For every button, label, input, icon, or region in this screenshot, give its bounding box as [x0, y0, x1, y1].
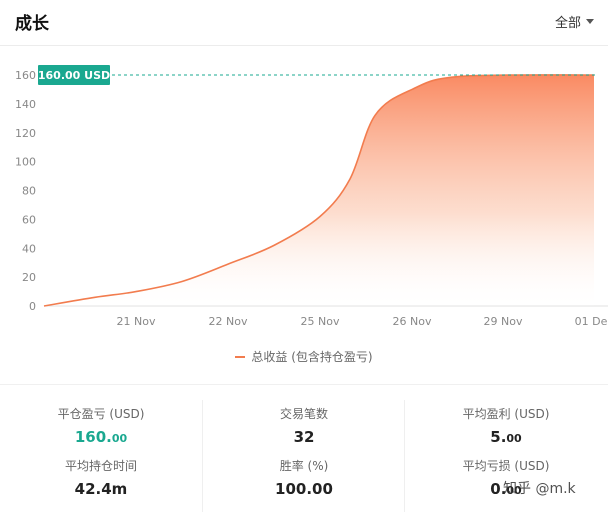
caret-down-icon — [586, 19, 594, 24]
legend-label: 总收益 (包含持仓盈亏) — [251, 350, 373, 364]
divider — [0, 384, 608, 385]
y-tick-label: 0 — [29, 300, 36, 313]
stat-value: 160.00 — [0, 427, 202, 447]
stat-label: 平均持仓时间 — [64, 459, 137, 473]
reference-label: 160.00 USD — [38, 65, 110, 85]
stat-value-main: 5. — [490, 428, 507, 446]
y-tick-label: 100 — [15, 156, 36, 169]
stat-win-rate: 胜率 (%) 100.00 — [203, 458, 405, 499]
stat-label: 胜率 (%) — [279, 459, 329, 473]
chart-legend[interactable]: 总收益 (包含持仓盈亏) — [0, 348, 608, 365]
stat-closed-pnl: 平仓盈亏 (USD) 160.00 — [0, 406, 202, 447]
y-tick-label: 120 — [15, 127, 36, 140]
stat-label: 平仓盈亏 (USD) — [57, 407, 145, 421]
watermark: 知乎 @m.k — [503, 481, 576, 497]
x-tick-label: 22 Nov — [209, 315, 248, 328]
legend-swatch — [235, 355, 246, 358]
stat-value-main: 160. — [74, 428, 112, 446]
stat-value-main: 42.4m — [74, 480, 128, 498]
stat-value-main: 100.00 — [275, 480, 333, 498]
x-tick-label: 01 Dec — [575, 315, 608, 328]
x-tick-label: 21 Nov — [117, 315, 156, 328]
stat-avg-hold-time: 平均持仓时间 42.4m — [0, 458, 202, 499]
stat-label: 平均亏损 (USD) — [462, 459, 550, 473]
stat-trade-count: 交易笔数 32 — [203, 406, 405, 447]
stat-label: 交易笔数 — [279, 407, 328, 421]
y-tick-label: 80 — [22, 185, 36, 198]
stat-value: 5.00 — [405, 427, 607, 447]
x-tick-label: 25 Nov — [301, 315, 340, 328]
stat-value-decimal: 00 — [111, 432, 128, 445]
series-area — [44, 74, 594, 306]
y-tick-label: 140 — [15, 98, 36, 111]
stat-value-decimal: 00 — [506, 432, 522, 445]
y-tick-label: 160 — [15, 69, 36, 82]
growth-chart: 0 20 40 60 80 100 120 140 160 21 Nov 22 Nov 25 Nov… — [0, 60, 608, 330]
x-axis: 21 Nov 22 Nov 25 Nov 26 Nov 29 Nov 01 Dec — [44, 305, 608, 328]
stat-avg-profit: 平均盈利 (USD) 5.00 — [405, 406, 607, 447]
y-tick-label: 20 — [22, 271, 36, 284]
stats-panel: 平仓盈亏 (USD) 160.00 平均持仓时间 42.4m 交易笔数 32 胜… — [0, 400, 608, 519]
stat-value: 32 — [203, 427, 405, 447]
y-axis: 0 20 40 60 80 100 120 140 160 — [15, 69, 36, 313]
stats-column: 交易笔数 32 胜率 (%) 100.00 — [202, 400, 404, 512]
x-tick-label: 29 Nov — [484, 315, 523, 328]
stat-label: 平均盈利 (USD) — [462, 407, 550, 421]
stat-value: 42.4m — [0, 479, 202, 499]
range-filter-label: 全部 — [554, 16, 581, 31]
stat-value: 100.00 — [203, 479, 405, 499]
y-tick-label: 40 — [22, 242, 36, 255]
growth-chart-svg: 0 20 40 60 80 100 120 140 160 21 Nov 22 Nov 25 Nov… — [15, 65, 608, 328]
page-header: 成长 全部 — [0, 0, 608, 46]
y-tick-label: 60 — [22, 213, 36, 226]
stat-value-main: 32 — [293, 428, 315, 446]
reference-label-text: 160.00 USD — [38, 69, 110, 82]
stats-column: 平仓盈亏 (USD) 160.00 平均持仓时间 42.4m — [0, 400, 202, 512]
range-filter-dropdown[interactable]: 全部 — [555, 12, 594, 31]
page-title: 成长 — [15, 14, 49, 34]
x-tick-label: 26 Nov — [393, 315, 432, 328]
